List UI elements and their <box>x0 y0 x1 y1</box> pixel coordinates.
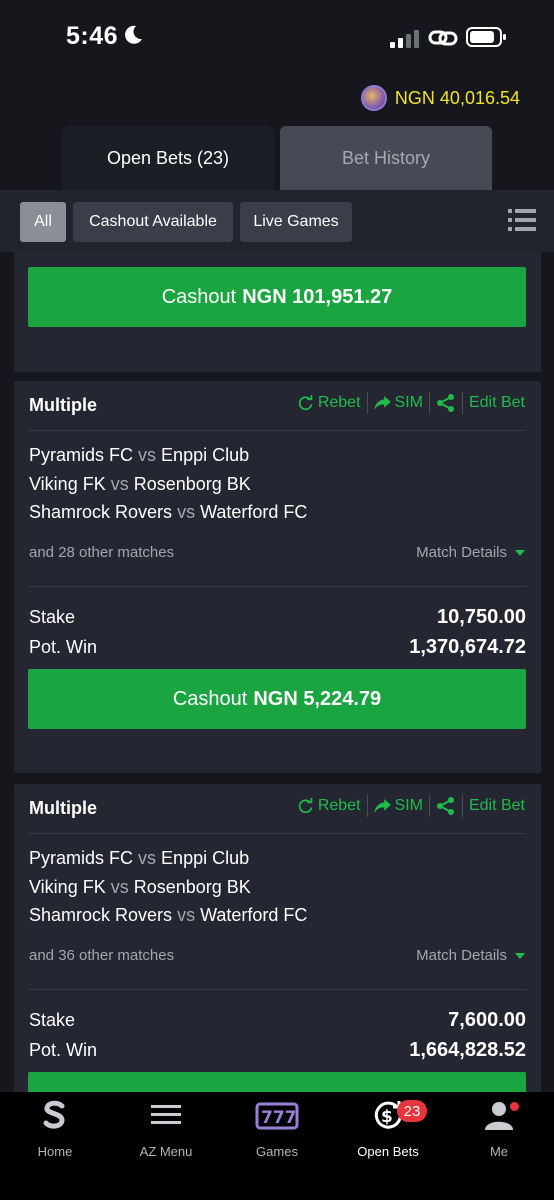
svg-text:777: 777 <box>261 1108 297 1128</box>
sim-button[interactable]: SIM <box>373 394 423 412</box>
sim-label: SIM <box>394 797 423 814</box>
refresh-icon <box>298 394 313 410</box>
moon-icon <box>125 25 142 44</box>
filter-cashout-available[interactable]: Cashout Available <box>73 202 233 242</box>
list-item: Pyramids FC vs Enppi Club <box>29 848 250 868</box>
list-item: Shamrock Rovers vs Waterford FC <box>29 502 308 522</box>
stake-label: Stake <box>29 1010 76 1030</box>
pot-win-label: Pot. Win <box>29 1040 98 1060</box>
bet-type-title: Multiple <box>29 798 97 818</box>
share-arrow-icon <box>373 798 391 813</box>
avatar <box>360 85 387 111</box>
link-icon <box>428 30 458 46</box>
signal-icon <box>390 30 419 48</box>
status-time: 5:46 <box>66 22 119 50</box>
share-icon[interactable] <box>436 393 456 413</box>
rebet-label: Rebet <box>317 394 361 411</box>
bet-card-partial: Cashout NGN 101,951.27 <box>14 252 541 372</box>
bet-card: Multiple Rebet SIM Edit Bet Pyramids FC … <box>14 784 541 1114</box>
match-list: Pyramids FC vs Enppi Club Viking FK vs R… <box>29 441 307 527</box>
match-details-toggle[interactable]: Match Details <box>416 544 525 561</box>
pot-win-label: Pot. Win <box>29 637 98 657</box>
balance-display[interactable]: NGN 40,016.54 <box>360 84 520 112</box>
nav-me-label: Me <box>489 1144 509 1159</box>
cashout-button[interactable]: Cashout NGN 101,951.27 <box>28 267 526 327</box>
stake-value: 10,750.00 <box>437 606 526 628</box>
filter-bar: All Cashout Available Live Games <box>0 190 554 252</box>
edit-bet-button[interactable]: Edit Bet <box>469 797 525 815</box>
list-item: Viking FK vs Rosenborg BK <box>29 473 251 494</box>
stake-label: Stake <box>29 607 76 627</box>
filter-live-games[interactable]: Live Games <box>240 202 352 242</box>
nav-games[interactable]: 777 Games <box>222 1098 332 1159</box>
rebet-label: Rebet <box>317 797 361 814</box>
sim-label: SIM <box>394 394 423 411</box>
pot-win-value: 1,664,828.52 <box>409 1039 526 1061</box>
nav-open-bets[interactable]: $ 23 Open Bets <box>333 1098 443 1159</box>
list-item: Viking FK vs Rosenborg BK <box>29 876 251 897</box>
nav-games-label: Games <box>256 1144 298 1159</box>
open-bets-badge: 23 <box>397 1100 427 1122</box>
refresh-icon <box>298 797 313 813</box>
caret-down-icon <box>515 549 525 556</box>
cashout-button[interactable]: Cashout NGN 5,224.79 <box>28 669 526 729</box>
tab-bet-history[interactable]: Bet History <box>280 126 492 190</box>
edit-bet-button[interactable]: Edit Bet <box>469 394 525 412</box>
list-view-icon[interactable] <box>508 206 536 234</box>
bet-actions: Rebet SIM Edit Bet <box>297 794 525 818</box>
cashout-label: Cashout <box>172 687 248 710</box>
bet-card: Multiple Rebet SIM Edit Bet Pyramids FC … <box>14 381 541 773</box>
svg-text:$: $ <box>381 1107 393 1127</box>
sporty-s-icon <box>43 1100 65 1129</box>
nav-home-label: Home <box>37 1144 73 1159</box>
match-details-toggle[interactable]: Match Details <box>416 947 525 964</box>
cashout-amount: NGN 101,951.27 <box>242 285 393 308</box>
nav-open-bets-label: Open Bets <box>357 1144 419 1159</box>
bet-actions: Rebet SIM Edit Bet <box>297 391 525 415</box>
other-matches-count: and 36 other matches <box>29 947 175 964</box>
notification-dot <box>510 1102 519 1111</box>
rebet-button[interactable]: Rebet <box>297 394 361 412</box>
list-item: Shamrock Rovers vs Waterford FC <box>29 905 308 925</box>
bottom-nav: Home AZ Menu 777 Games $ 23 Open Bets Me <box>0 1092 554 1200</box>
battery-icon <box>466 27 506 47</box>
filter-all[interactable]: All <box>20 202 66 242</box>
match-details-label: Match Details <box>416 544 507 561</box>
nav-me[interactable]: Me <box>444 1098 554 1159</box>
cashout-amount: NGN 5,224.79 <box>253 687 382 710</box>
pot-win-value: 1,370,674.72 <box>409 636 526 658</box>
other-matches-count: and 28 other matches <box>29 544 175 561</box>
cashout-label: Cashout <box>161 285 237 308</box>
balance-amount: NGN 40,016.54 <box>394 87 520 108</box>
stake-value: 7,600.00 <box>448 1009 526 1031</box>
share-arrow-icon <box>373 395 391 410</box>
tab-open-bets[interactable]: Open Bets (23) <box>62 126 274 190</box>
match-list: Pyramids FC vs Enppi Club Viking FK vs R… <box>29 844 307 930</box>
match-details-label: Match Details <box>416 947 507 964</box>
caret-down-icon <box>515 952 525 959</box>
hamburger-menu-icon <box>151 1105 181 1124</box>
bet-type-title: Multiple <box>29 395 97 415</box>
nav-az-menu-label: AZ Menu <box>139 1144 193 1159</box>
slot-777-icon: 777 <box>255 1102 299 1130</box>
rebet-button[interactable]: Rebet <box>297 797 361 815</box>
nav-az-menu[interactable]: AZ Menu <box>111 1098 221 1159</box>
sim-button[interactable]: SIM <box>373 797 423 815</box>
status-bar: 5:46 <box>0 0 554 76</box>
share-icon[interactable] <box>436 796 456 816</box>
list-item: Pyramids FC vs Enppi Club <box>29 445 250 465</box>
nav-home[interactable]: Home <box>0 1098 110 1159</box>
